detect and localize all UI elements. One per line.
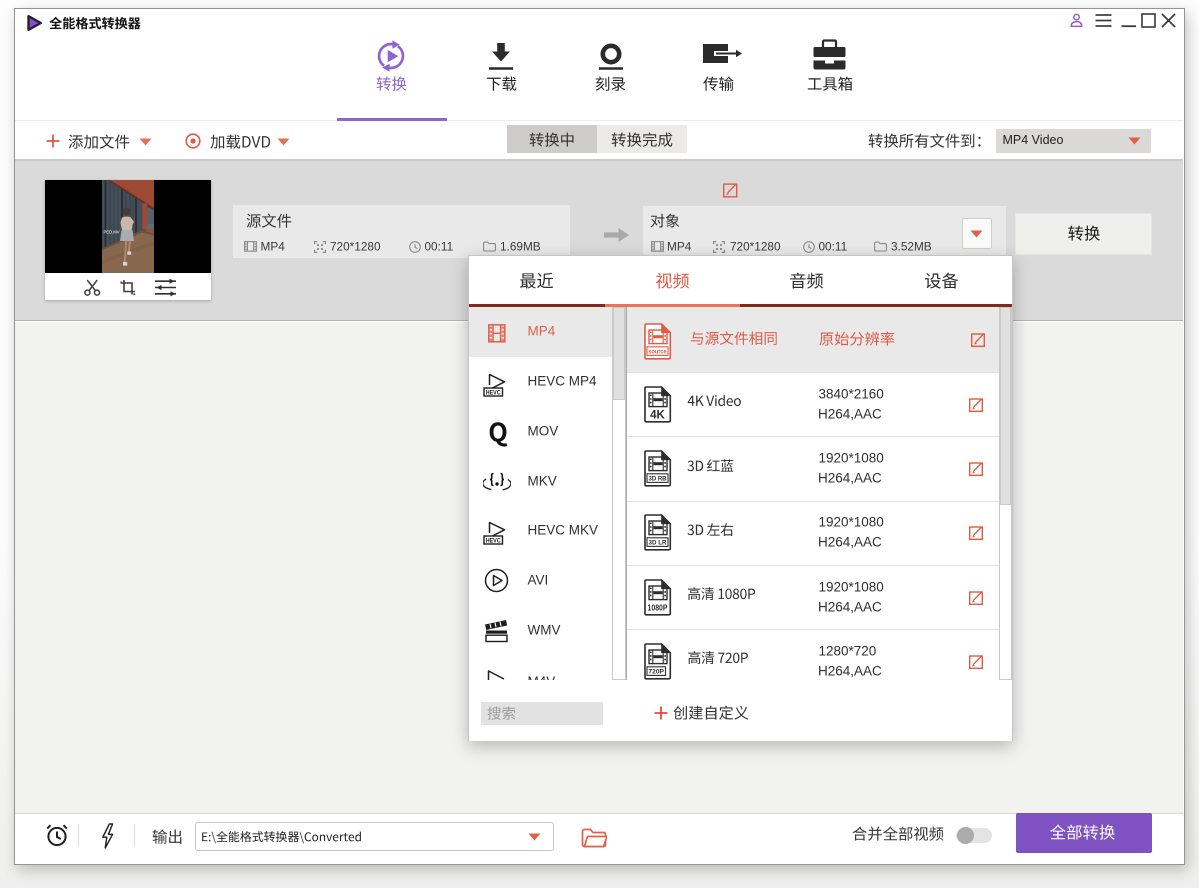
svg-text:1080P: 1080P <box>648 602 668 612</box>
svg-text:source: source <box>649 348 667 355</box>
svg-text:3D RB: 3D RB <box>649 476 668 483</box>
svg-text:4K: 4K <box>650 409 665 421</box>
svg-text:720P: 720P <box>648 668 664 675</box>
svg-text:HEVC: HEVC <box>486 389 501 396</box>
svg-text:HEVC: HEVC <box>486 537 501 544</box>
svg-text:PED.MV: PED.MV <box>104 229 120 234</box>
svg-text:3D LR: 3D LR <box>649 540 668 547</box>
